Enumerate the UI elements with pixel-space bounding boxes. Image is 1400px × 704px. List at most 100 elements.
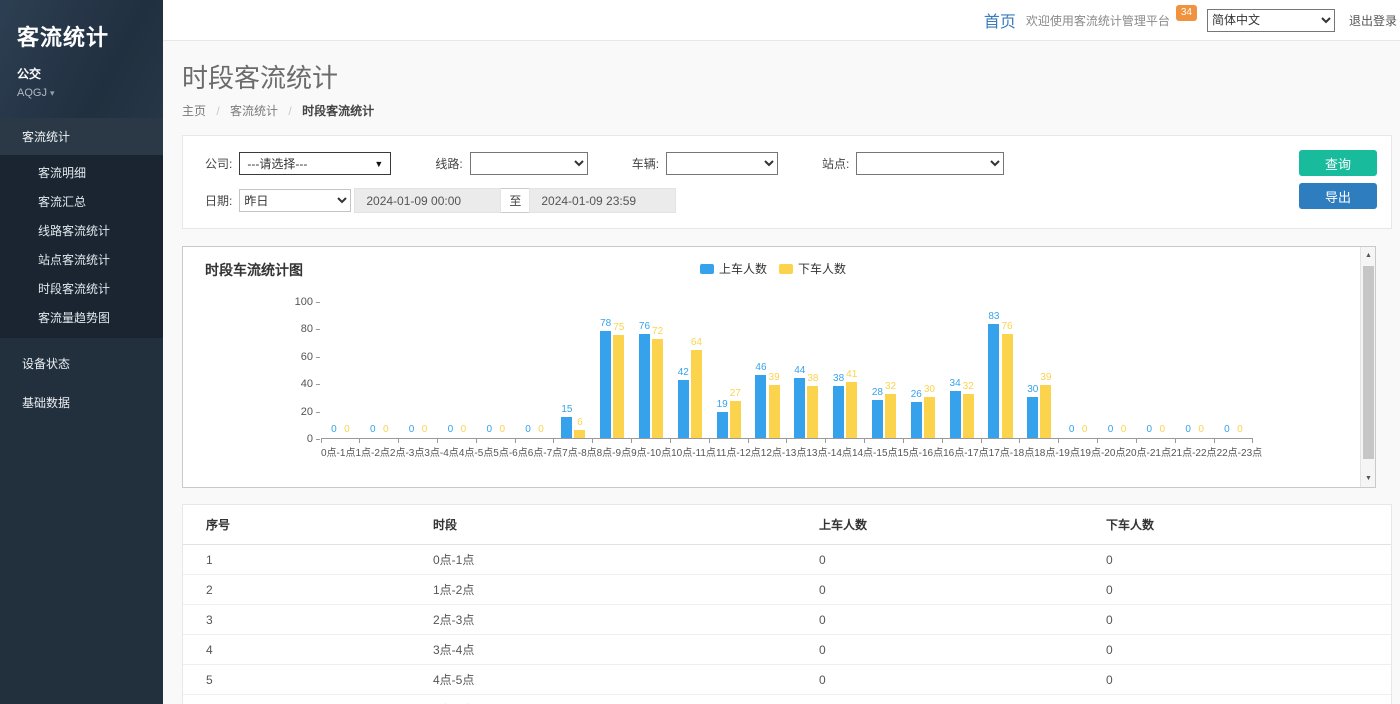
bar-column[interactable]: 46 xyxy=(755,362,766,438)
bar[interactable] xyxy=(730,401,741,438)
sidebar-item[interactable]: 设备状态 xyxy=(0,344,163,383)
bar[interactable] xyxy=(755,375,766,438)
legend-item-alighting[interactable]: 下车人数 xyxy=(779,260,846,277)
bar[interactable] xyxy=(963,394,974,438)
bar-column[interactable]: 26 xyxy=(911,389,922,438)
bar[interactable] xyxy=(600,331,611,438)
bar[interactable] xyxy=(833,386,844,438)
language-select[interactable]: 简体中文 xyxy=(1207,9,1335,32)
date-to-input[interactable] xyxy=(529,188,676,213)
date-from-input[interactable] xyxy=(354,188,501,213)
sidebar-item[interactable]: 线路客流统计 xyxy=(0,216,163,245)
chart-scrollbar[interactable]: ▲ ▼ xyxy=(1360,247,1375,487)
bar[interactable] xyxy=(717,412,728,438)
station-select[interactable] xyxy=(856,152,1004,175)
user-menu[interactable]: AQGJ▾ xyxy=(17,87,163,99)
bar[interactable] xyxy=(613,335,624,438)
bar-column[interactable]: 39 xyxy=(1040,372,1051,438)
bar-column[interactable]: 0 xyxy=(1234,424,1245,438)
query-button[interactable]: 查询 xyxy=(1299,150,1377,176)
bar-column[interactable]: 39 xyxy=(769,372,780,438)
bar-column[interactable]: 0 xyxy=(1066,424,1077,438)
bar-column[interactable]: 42 xyxy=(678,367,689,438)
bar-column[interactable]: 0 xyxy=(458,424,469,438)
bar[interactable] xyxy=(691,350,702,438)
bar[interactable] xyxy=(678,380,689,438)
bar[interactable] xyxy=(794,378,805,438)
sidebar-item[interactable]: 站点客流统计 xyxy=(0,245,163,274)
bar[interactable] xyxy=(574,430,585,438)
bar-column[interactable]: 0 xyxy=(484,424,495,438)
bar-column[interactable]: 32 xyxy=(885,381,896,438)
date-preset-select[interactable]: 昨日 xyxy=(239,189,351,212)
bar-column[interactable]: 32 xyxy=(963,381,974,438)
bar[interactable] xyxy=(1040,385,1051,438)
bar[interactable] xyxy=(652,339,663,438)
line-select[interactable] xyxy=(470,152,588,175)
breadcrumb-home[interactable]: 主页 xyxy=(182,104,206,118)
notification-badge[interactable]: 34 xyxy=(1176,5,1197,21)
bar-column[interactable]: 19 xyxy=(717,399,728,438)
bar-column[interactable]: 0 xyxy=(1157,424,1168,438)
breadcrumb-section[interactable]: 客流统计 xyxy=(230,104,278,118)
bar-column[interactable]: 41 xyxy=(846,369,857,438)
scroll-down-arrow-icon[interactable]: ▼ xyxy=(1361,471,1376,486)
bar-column[interactable]: 44 xyxy=(794,365,805,438)
bar[interactable] xyxy=(911,402,922,438)
bar-column[interactable]: 0 xyxy=(1196,424,1207,438)
bar[interactable] xyxy=(561,417,572,438)
bar-column[interactable]: 30 xyxy=(1027,384,1038,438)
bar-column[interactable]: 83 xyxy=(988,311,999,438)
bar-column[interactable]: 78 xyxy=(600,318,611,438)
bar-column[interactable]: 38 xyxy=(833,373,844,438)
export-button[interactable]: 导出 xyxy=(1299,183,1377,209)
bar-column[interactable]: 0 xyxy=(406,424,417,438)
sidebar-item[interactable]: 客流明细 xyxy=(0,158,163,187)
bar-column[interactable]: 0 xyxy=(380,424,391,438)
bar[interactable] xyxy=(1002,334,1013,438)
bar-column[interactable]: 0 xyxy=(1144,424,1155,438)
bar-column[interactable]: 6 xyxy=(574,417,585,438)
bar-column[interactable]: 34 xyxy=(950,378,961,438)
bar-column[interactable]: 0 xyxy=(419,424,430,438)
bar-column[interactable]: 76 xyxy=(639,321,650,438)
bar-column[interactable]: 30 xyxy=(924,384,935,438)
vehicle-select[interactable] xyxy=(666,152,778,175)
sidebar-item[interactable]: 时段客流统计 xyxy=(0,274,163,303)
bar-column[interactable]: 0 xyxy=(1221,424,1232,438)
bar-column[interactable]: 76 xyxy=(1001,321,1012,438)
scrollbar-thumb[interactable] xyxy=(1363,266,1374,459)
bar[interactable] xyxy=(924,397,935,438)
bar[interactable] xyxy=(950,391,961,438)
bar[interactable] xyxy=(988,324,999,438)
bar[interactable] xyxy=(807,386,818,438)
bar-column[interactable]: 0 xyxy=(445,424,456,438)
sidebar-item[interactable]: 客流量趋势图 xyxy=(0,303,163,332)
bar-column[interactable]: 0 xyxy=(1079,424,1090,438)
bar-column[interactable]: 0 xyxy=(536,424,547,438)
bar-column[interactable]: 64 xyxy=(691,337,702,438)
legend-item-boarding[interactable]: 上车人数 xyxy=(700,260,767,277)
bar-column[interactable]: 38 xyxy=(807,373,818,438)
bar-column[interactable]: 0 xyxy=(1118,424,1129,438)
bar[interactable] xyxy=(872,400,883,438)
bar-column[interactable]: 0 xyxy=(1105,424,1116,438)
home-link[interactable]: 首页 xyxy=(984,8,1016,32)
bar[interactable] xyxy=(1027,397,1038,438)
bar-column[interactable]: 0 xyxy=(497,424,508,438)
bar-column[interactable]: 27 xyxy=(730,388,741,438)
bar[interactable] xyxy=(639,334,650,438)
bar[interactable] xyxy=(769,385,780,438)
bar-column[interactable]: 0 xyxy=(341,424,352,438)
bar-column[interactable]: 0 xyxy=(523,424,534,438)
bar-column[interactable]: 0 xyxy=(1183,424,1194,438)
bar-column[interactable]: 75 xyxy=(613,322,624,438)
bar-column[interactable]: 28 xyxy=(872,387,883,438)
scroll-up-arrow-icon[interactable]: ▲ xyxy=(1361,248,1376,263)
sidebar-item[interactable]: 基础数据 xyxy=(0,383,163,422)
bar-column[interactable]: 0 xyxy=(367,424,378,438)
company-select[interactable]: ---请选择--- ▼ xyxy=(239,152,391,175)
bar-column[interactable]: 72 xyxy=(652,326,663,438)
bar[interactable] xyxy=(885,394,896,438)
bar-column[interactable]: 0 xyxy=(328,424,339,438)
